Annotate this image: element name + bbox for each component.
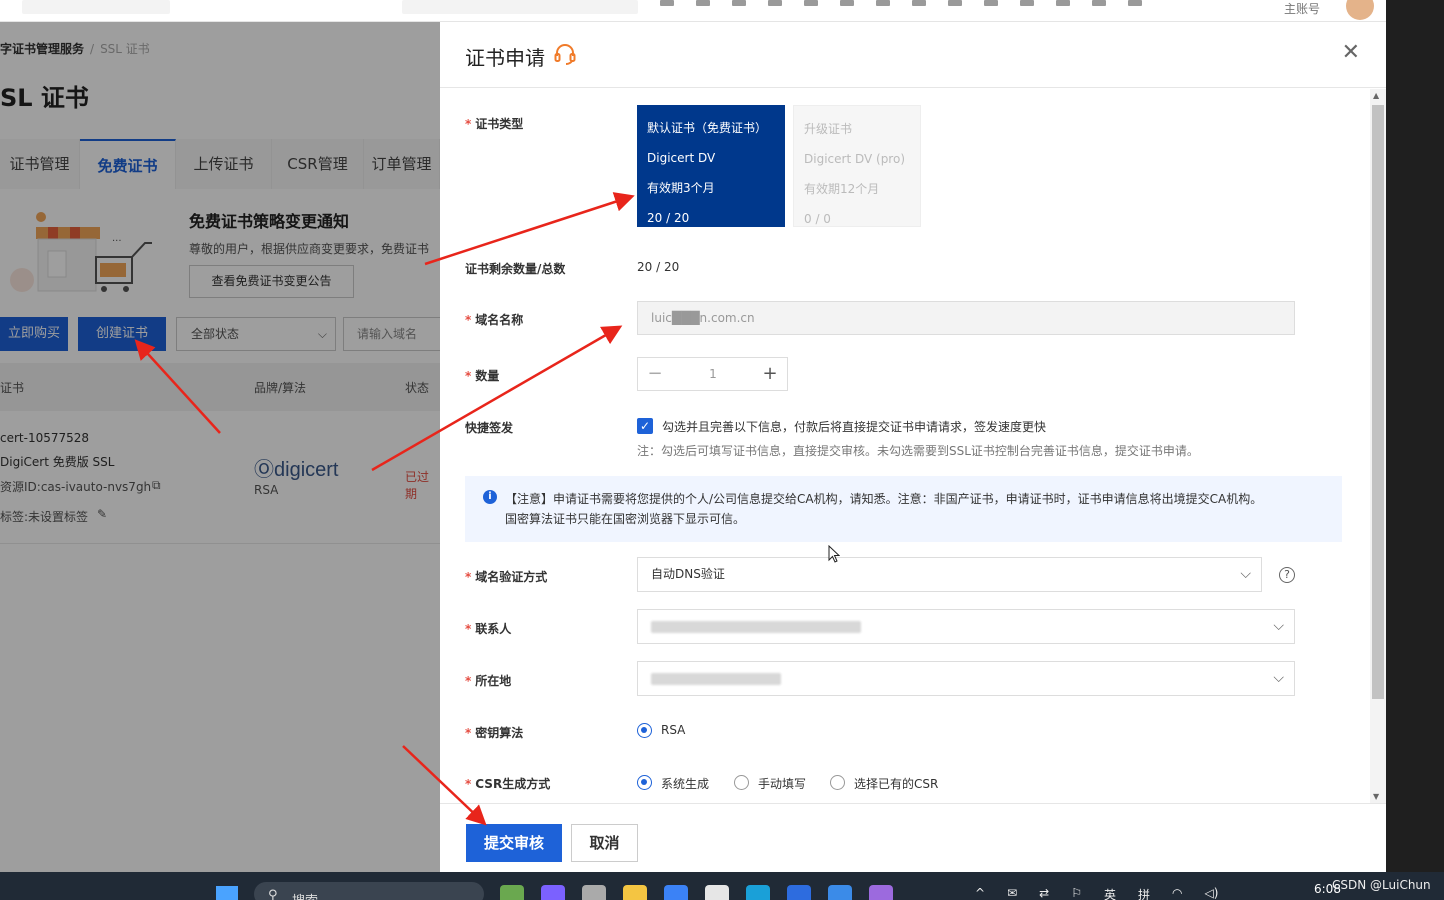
- cancel-button[interactable]: 取消: [571, 824, 638, 862]
- domain-input[interactable]: luic███n.com.cn: [637, 301, 1295, 335]
- app-icon[interactable]: [869, 885, 893, 900]
- tray-icon[interactable]: ⚐: [1071, 886, 1082, 900]
- modal-overlay[interactable]: [0, 22, 440, 872]
- tray-icon[interactable]: ⇄: [1039, 886, 1049, 900]
- csr-manual-label[interactable]: 手动填写: [758, 775, 806, 792]
- help-icon[interactable]: ?: [1279, 567, 1295, 583]
- windows-start-icon[interactable]: [216, 886, 238, 900]
- cert-apply-drawer: 证书申请 ✕ * 证书类型 默认证书（免费证书） Digicert DV 有效期3…: [440, 22, 1386, 872]
- mouse-cursor-icon: [828, 545, 840, 563]
- scroll-down-icon[interactable]: ▼: [1373, 792, 1379, 801]
- drawer-title: 证书申请: [465, 46, 545, 70]
- upgrade-cert-quota: 0 / 0: [804, 212, 831, 226]
- wifi-icon[interactable]: ◠: [1172, 886, 1182, 900]
- account-label[interactable]: 主账号: [1284, 0, 1320, 17]
- ime-language[interactable]: 英: [1104, 886, 1116, 900]
- quantity-decrease-button[interactable]: −: [638, 358, 672, 390]
- csr-system-radio[interactable]: [637, 775, 652, 790]
- quick-issue-hint: 注：勾选后可填写证书信息，直接提交审核。未勾选需要到SSL证书控制台完善证书信息…: [637, 444, 1199, 458]
- quantity-increase-button[interactable]: +: [753, 358, 787, 390]
- default-cert-name: 默认证书（免费证书）: [647, 121, 768, 135]
- csr-system-label[interactable]: 系统生成: [661, 775, 709, 792]
- info-notice-line2: 国密算法证书只能在国密浏览器下显示可信。: [505, 512, 746, 526]
- contact-select[interactable]: ⌵: [637, 609, 1295, 644]
- upgrade-cert-product: Digicert DV (pro): [804, 152, 906, 166]
- contact-label: * 联系人: [465, 622, 512, 636]
- chevron-down-icon: ⌵: [1273, 618, 1284, 634]
- top-toolbar-icons: [660, 0, 1240, 8]
- upgrade-cert-name: 升级证书: [804, 122, 853, 136]
- upgrade-cert-card[interactable]: 升级证书 Digicert DV (pro) 有效期12个月 0 / 0: [793, 105, 921, 227]
- default-cert-validity: 有效期3个月: [647, 181, 715, 195]
- info-notice: i 【注意】申请证书需要将您提供的个人/公司信息提交给CA机构，请知悉。注意：非…: [465, 476, 1342, 542]
- drawer-header: 证书申请 ✕: [440, 22, 1386, 88]
- rsa-radio[interactable]: [637, 723, 652, 738]
- quantity-label: * 数量: [465, 369, 500, 383]
- system-tray: ^ ✉ ⇄ ⚐ 英 拼 ◠ ◁): [975, 886, 1218, 900]
- edge-icon[interactable]: [746, 885, 770, 900]
- csr-existing-radio[interactable]: [830, 775, 845, 790]
- csr-manual-radio[interactable]: [734, 775, 749, 790]
- submit-review-button[interactable]: 提交审核: [466, 824, 562, 862]
- top-search-input[interactable]: [402, 0, 638, 14]
- close-icon[interactable]: ✕: [1342, 42, 1360, 64]
- folder-icon[interactable]: [623, 885, 647, 900]
- avatar[interactable]: [1346, 0, 1374, 20]
- app-icon[interactable]: [664, 885, 688, 900]
- cert-type-label: * 证书类型: [465, 117, 524, 131]
- headset-icon[interactable]: [553, 42, 577, 66]
- chevron-down-icon: ⌵: [1240, 566, 1251, 582]
- info-icon: i: [483, 490, 497, 504]
- taskbar-apps: [500, 885, 893, 900]
- mail-icon[interactable]: ✉: [1007, 886, 1017, 900]
- taskbar-search-text: 搜索: [292, 894, 318, 900]
- verify-method-label: * 域名验证方式: [465, 570, 548, 584]
- upgrade-cert-validity: 有效期12个月: [804, 182, 880, 196]
- csr-method-label: * CSR生成方式: [465, 777, 551, 791]
- watermark: CSDN @LuiChun: [1332, 878, 1431, 892]
- verify-method-select[interactable]: 自动DNS验证 ⌵: [637, 557, 1262, 592]
- drawer-scrollbar[interactable]: ▲ ▼: [1370, 89, 1386, 803]
- drawer-body: * 证书类型 默认证书（免费证书） Digicert DV 有效期3个月 20 /…: [440, 89, 1370, 803]
- app-icon[interactable]: [582, 885, 606, 900]
- chevron-down-icon: ⌵: [1273, 670, 1284, 686]
- browser-icon[interactable]: [787, 885, 811, 900]
- top-search-box[interactable]: [22, 0, 170, 14]
- scrollbar-thumb[interactable]: [1372, 105, 1384, 699]
- verify-method-value: 自动DNS验证: [651, 567, 725, 581]
- rsa-radio-label[interactable]: RSA: [661, 723, 685, 737]
- info-notice-line1: 【注意】申请证书需要将您提供的个人/公司信息提交给CA机构，请知悉。注意：非国产…: [505, 492, 1263, 506]
- quantity-stepper[interactable]: − 1 +: [637, 357, 788, 391]
- drawer-footer: 提交审核 取消: [440, 803, 1386, 872]
- volume-icon[interactable]: ◁): [1204, 886, 1218, 900]
- app-icon[interactable]: [705, 885, 729, 900]
- contact-redacted: [651, 621, 861, 633]
- key-algo-label: * 密钥算法: [465, 726, 524, 740]
- location-redacted: [651, 673, 781, 685]
- location-select[interactable]: ⌵: [637, 661, 1295, 696]
- remaining-label: 证书剩余数量/总数: [465, 262, 566, 276]
- remaining-value: 20 / 20: [637, 260, 680, 274]
- quick-issue-label: 快捷签发: [465, 421, 514, 435]
- search-icon: ⚲: [268, 888, 278, 900]
- taskbar-search[interactable]: ⚲ 搜索: [254, 882, 484, 900]
- app-icon[interactable]: [500, 885, 524, 900]
- location-label: * 所在地: [465, 674, 512, 688]
- os-taskbar: ⚲ 搜索 ^ ✉ ⇄ ⚐ 英 拼 ◠ ◁) 6:08: [0, 872, 1444, 900]
- app-icon[interactable]: [541, 885, 565, 900]
- default-cert-card[interactable]: 默认证书（免费证书） Digicert DV 有效期3个月 20 / 20: [637, 105, 785, 227]
- ime-mode[interactable]: 拼: [1138, 886, 1150, 900]
- quick-issue-text[interactable]: 勾选并且完善以下信息，付款后将直接提交证书申请请求，签发速度更快: [662, 418, 1046, 435]
- default-cert-product: Digicert DV: [647, 151, 716, 165]
- app-icon[interactable]: [828, 885, 852, 900]
- csr-existing-label[interactable]: 选择已有的CSR: [854, 775, 938, 792]
- quick-issue-checkbox[interactable]: ✓: [637, 418, 653, 434]
- tray-overflow-icon[interactable]: ^: [975, 886, 985, 900]
- default-cert-quota: 20 / 20: [647, 211, 690, 225]
- domain-label: * 域名名称: [465, 313, 524, 327]
- scroll-up-icon[interactable]: ▲: [1373, 91, 1379, 100]
- top-bar: 主账号: [0, 0, 1386, 22]
- quantity-value[interactable]: 1: [672, 358, 754, 390]
